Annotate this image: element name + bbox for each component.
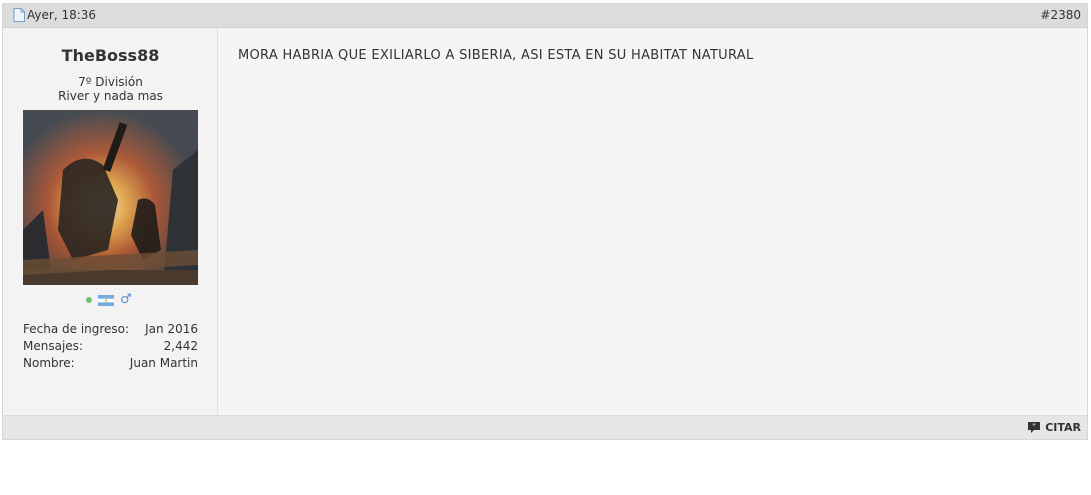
stat-label: Mensajes: [23,339,83,353]
argentina-flag-icon [98,294,114,306]
quote-button[interactable]: " CITAR [1027,421,1081,434]
user-avatar[interactable] [23,110,198,285]
post-date-text: Ayer, 18:36 [27,8,97,22]
male-icon: ♂ [120,292,132,307]
user-custom-title: River y nada mas [58,89,163,103]
post-header: Ayer, 18:36 #2380 [3,4,1087,28]
document-icon [13,8,25,22]
stat-row: Mensajes: 2,442 [23,338,198,355]
post-number-link[interactable]: #2380 [1040,8,1081,22]
user-badges: ♂ [86,292,132,307]
stat-row: Nombre: Juan Martin [23,355,198,372]
stat-value: Juan Martin [129,356,198,370]
user-info-panel: TheBoss88 7º División River y nada mas ♂… [3,28,218,417]
user-rank: 7º División [78,75,143,89]
svg-text:": " [1032,423,1036,431]
quote-label: CITAR [1045,421,1081,434]
forum-post: Ayer, 18:36 #2380 TheBoss88 7º División … [2,3,1088,440]
post-date: Ayer, 18:36 [13,8,96,22]
quote-icon: " [1028,422,1041,433]
stat-value: 2,442 [163,339,198,353]
online-status-icon [86,297,92,303]
user-title: 7º División River y nada mas [3,75,218,103]
stat-label: Fecha de ingreso: [23,322,130,336]
post-footer: " CITAR [3,415,1087,439]
username-link[interactable]: TheBoss88 [3,46,218,65]
avatar-image [23,110,198,285]
stat-label: Nombre: [23,356,75,370]
stat-value: Jan 2016 [145,322,198,336]
post-message: MORA HABRIA QUE EXILIARLO A SIBERIA, ASI… [238,48,754,63]
post-body: TheBoss88 7º División River y nada mas ♂… [3,28,1087,417]
user-stats: Fecha de ingreso: Jan 2016 Mensajes: 2,4… [23,321,198,372]
stat-row: Fecha de ingreso: Jan 2016 [23,321,198,338]
